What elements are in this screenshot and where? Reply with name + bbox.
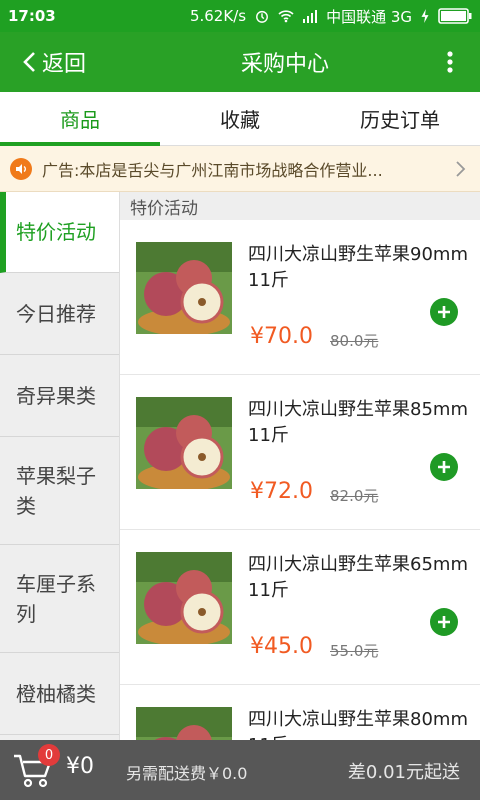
plus-icon: [438, 306, 450, 318]
section-title: 特价活动: [120, 192, 480, 220]
cart-count-badge: 0: [38, 744, 60, 766]
product-old-price: 80.0元: [330, 332, 379, 350]
product-image: [136, 242, 232, 334]
product-item[interactable]: 四川大凉山野生苹果80mm 11斤: [120, 685, 480, 740]
back-button[interactable]: 返回: [0, 32, 150, 92]
tab-products[interactable]: 商品: [0, 92, 160, 146]
product-name: 四川大凉山野生苹果85mm 11斤: [248, 399, 468, 446]
app-bar: 返回 采购中心: [0, 32, 480, 92]
tab-bar: 商品 收藏 历史订单: [0, 92, 480, 146]
product-item[interactable]: 四川大凉山野生苹果65mm 11斤 ¥45.0 55.0元: [120, 530, 480, 685]
page-title: 采购中心: [240, 52, 329, 77]
chevron-left-icon: [23, 52, 35, 72]
more-button[interactable]: [420, 32, 480, 92]
chevron-right-icon: [456, 160, 466, 177]
signal-icon: [303, 10, 318, 23]
product-price: ¥70.0: [250, 324, 313, 349]
vertical-dots-icon: [447, 51, 453, 73]
product-image: [136, 397, 232, 489]
category-kiwi[interactable]: 奇异果类: [0, 355, 119, 437]
speaker-icon: [10, 157, 32, 180]
tab-favorites[interactable]: 收藏: [160, 92, 320, 145]
category-citrus[interactable]: 橙柚橘类: [0, 653, 119, 735]
status-right: 5.62K/s 中国联通 3G: [190, 6, 472, 27]
product-item[interactable]: 四川大凉山野生苹果85mm 11斤 ¥72.0 82.0元: [120, 375, 480, 530]
product-name: 四川大凉山野生苹果90mm 11斤: [248, 244, 468, 291]
product-name: 四川大凉山野生苹果80mm 11斤: [248, 709, 468, 740]
min-order-button[interactable]: 差0.01元起送: [348, 758, 460, 784]
plus-icon: [438, 461, 450, 473]
product-old-price: 55.0元: [330, 642, 379, 660]
product-item[interactable]: 四川大凉山野生苹果90mm 11斤 ¥70.0 80.0元: [120, 220, 480, 375]
wifi-icon: [278, 10, 294, 23]
battery-icon: [438, 8, 472, 24]
status-time: 17:03: [8, 7, 56, 25]
category-today-recommended[interactable]: 今日推荐: [0, 273, 119, 355]
category-special-offers[interactable]: 特价活动: [0, 192, 119, 273]
product-price: ¥72.0: [250, 479, 313, 504]
network-speed: 5.62K/s: [189, 7, 247, 25]
category-cherries[interactable]: 车厘子系列: [0, 545, 119, 653]
cart-total: ¥0: [66, 754, 94, 779]
bottom-cart-bar: ¥0 另需配送费￥0.0 差0.01元起送: [0, 740, 480, 800]
tab-order-history[interactable]: 历史订单: [320, 92, 480, 145]
add-to-cart-button[interactable]: [430, 298, 458, 326]
charging-icon: [421, 9, 429, 23]
product-old-price: 82.0元: [330, 487, 379, 505]
add-to-cart-button[interactable]: [430, 608, 458, 636]
ad-notice-bar[interactable]: 广告:本店是舌尖与广州江南市场战略合作营业...: [0, 146, 480, 192]
status-bar: 17:03 5.62K/s 中国联通 3G: [0, 0, 480, 32]
category-sidebar: 特价活动 今日推荐 奇异果类 苹果梨子类 车厘子系列 橙柚橘类: [0, 192, 120, 740]
back-label: 返回: [42, 52, 87, 77]
carrier-label: 中国联通 3G: [326, 7, 412, 26]
plus-icon: [438, 616, 450, 628]
product-image: [136, 552, 232, 644]
product-image: [136, 707, 232, 740]
add-to-cart-button[interactable]: [430, 453, 458, 481]
product-name: 四川大凉山野生苹果65mm 11斤: [248, 554, 468, 601]
alarm-icon: [256, 10, 269, 23]
delivery-fee: 另需配送费￥0.0: [126, 764, 248, 783]
ad-notice-text: 广告:本店是舌尖与广州江南市场战略合作营业...: [42, 160, 383, 180]
product-list: 特价活动 四川大凉山野生苹果90mm 11斤 ¥70.0 80.0元 四川大凉山…: [120, 192, 480, 740]
category-apples-pears[interactable]: 苹果梨子类: [0, 437, 119, 545]
product-price: ¥45.0: [250, 634, 313, 659]
